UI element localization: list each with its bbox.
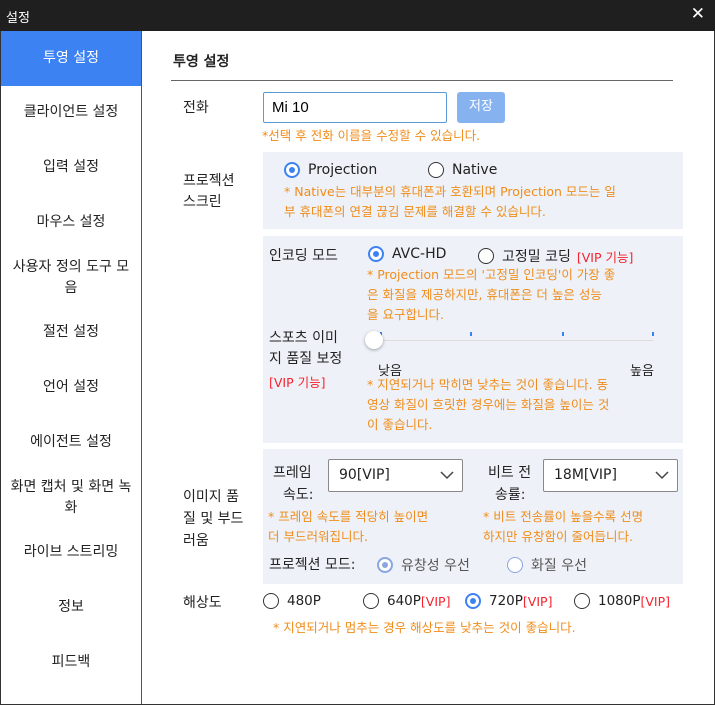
image-quality-label-2: 질 및 부드 — [183, 511, 244, 527]
radio-selected-icon[interactable] — [465, 593, 481, 609]
resolution-480p[interactable]: 480P — [263, 593, 321, 609]
radio-icon[interactable] — [363, 593, 379, 609]
radio-icon[interactable] — [428, 162, 444, 178]
frame-rate-note-2: 더 부드러워집니다. — [268, 529, 368, 544]
slider-tick — [652, 332, 654, 336]
phone-name-input[interactable] — [263, 92, 447, 123]
encoding-note-1: * Projection 모드의 '고정밀 인코딩'이 가장 좋 — [367, 267, 616, 282]
resolution-640p[interactable]: 640P [VIP] — [363, 593, 450, 609]
frame-rate-note-1: * 프레임 속도를 적당히 높이면 — [268, 509, 429, 524]
slider-tick — [562, 332, 564, 336]
page-title: 투영 설정 — [173, 54, 230, 70]
sports-note-3: 이 좋습니다. — [367, 417, 433, 432]
sidebar-item-input[interactable]: 입력 설정 — [1, 146, 141, 188]
sports-note-1: * 지연되거나 막히면 낮추는 것이 좋습니다. 동 — [367, 377, 609, 392]
sidebar-item-capture-recording[interactable]: 화면 캡처 및 화면 녹화 — [1, 475, 141, 521]
sports-note-2: 영상 화질이 흐릿한 경우에는 화질을 높이는 것 — [367, 397, 610, 412]
encoding-note-3: 을 요구합니다. — [367, 307, 444, 322]
sports-quality-label-2: 지 품질 보정 — [269, 351, 343, 367]
encoding-note-2: 은 화질을 제공하지만, 휴대폰은 더 높은 성능 — [367, 287, 602, 302]
phone-note: *선택 후 전화 이름을 수정할 수 있습니다. — [262, 128, 481, 143]
sidebar-item-agent[interactable]: 에이전트 설정 — [1, 421, 141, 463]
chevron-down-icon — [655, 471, 669, 480]
sidebar-item-custom-toolbar[interactable]: 사용자 정의 도구 모음 — [1, 255, 141, 301]
bit-rate-label-1: 비트 전 — [488, 465, 532, 481]
projection-screen-label-2: 스크린 — [183, 194, 222, 210]
window-title: 설정 — [6, 11, 30, 26]
radio-selected-icon[interactable] — [284, 162, 300, 178]
sidebar-item-live-streaming[interactable]: 라이브 스트리밍 — [1, 531, 141, 573]
encoding-panel: 인코딩 모드 AVC-HD 고정밀 코딩 [VIP 기능] * Projecti… — [263, 236, 683, 443]
encoding-label: 인코딩 모드 — [269, 248, 338, 264]
radio-icon[interactable] — [478, 248, 494, 264]
image-quality-label-3: 러움 — [183, 533, 209, 549]
bit-rate-label-2: 송률: — [495, 487, 526, 503]
radio-icon[interactable] — [507, 557, 523, 573]
frame-rate-select[interactable]: 90[VIP] — [328, 459, 463, 492]
smoothness-priority-option[interactable]: 유창성 우선 — [377, 555, 470, 575]
projection-screen-note-2: 부 휴대폰의 연결 끊김 문제를 해결할 수 있습니다. — [284, 204, 546, 219]
resolution-1080p[interactable]: 1080P [VIP] — [574, 593, 670, 609]
sports-quality-label-1: 스포츠 이미 — [269, 330, 338, 346]
projection-screen-note-1: * Native는 대부분의 휴대폰과 호환되며 Projection 모드는 … — [284, 184, 616, 199]
settings-window: 투영 설정 클라이언트 설정 입력 설정 마우스 설정 사용자 정의 도구 모음… — [0, 31, 715, 705]
radio-selected-icon[interactable] — [368, 246, 384, 262]
projection-screen-label-1: 프로젝션 — [183, 173, 235, 189]
native-option[interactable]: Native — [428, 162, 497, 178]
vip-tag: [VIP] — [420, 593, 451, 609]
slider-high-label: 높음 — [630, 364, 654, 379]
projection-mode-label: 프로젝션 모드: — [269, 557, 356, 573]
slider-track[interactable] — [374, 340, 654, 341]
sidebar-item-mouse[interactable]: 마우스 설정 — [1, 201, 141, 243]
projection-screen-panel: Projection Native * Native는 대부분의 휴대폰과 호환… — [263, 152, 683, 229]
sidebar-item-client[interactable]: 클라이언트 설정 — [1, 91, 141, 133]
resolution-720p[interactable]: 720P [VIP] — [465, 593, 552, 609]
bit-rate-note-2: 하지만 유창함이 줄어듭니다. — [483, 529, 633, 544]
radio-selected-icon[interactable] — [377, 557, 393, 573]
frame-rate-label-2: 속도: — [283, 487, 314, 503]
sports-vip-tag: [VIP 기능] — [269, 375, 326, 390]
bit-rate-select[interactable]: 18M[VIP] — [543, 459, 678, 492]
main-content: 투영 설정 전화 저장 *선택 후 전화 이름을 수정할 수 있습니다. 프로젝… — [142, 31, 714, 704]
avc-hd-option[interactable]: AVC-HD — [368, 246, 446, 262]
radio-icon[interactable] — [263, 593, 279, 609]
chevron-down-icon — [440, 471, 454, 480]
sidebar-item-about[interactable]: 정보 — [1, 586, 141, 628]
vip-tag: [VIP] — [640, 593, 671, 609]
high-precision-option[interactable]: 고정밀 코딩 [VIP 기능] — [478, 246, 633, 266]
slider-tick — [470, 332, 472, 336]
vip-tag: [VIP] — [522, 593, 553, 609]
sidebar: 투영 설정 클라이언트 설정 입력 설정 마우스 설정 사용자 정의 도구 모음… — [1, 31, 142, 704]
phone-label: 전화 — [183, 100, 209, 116]
resolution-note: * 지연되거나 멈추는 경우 해상도를 낮추는 것이 좋습니다. — [273, 620, 576, 635]
bit-rate-note-1: * 비트 전송률이 높을수록 선명 — [483, 509, 644, 524]
resolution-label: 해상도 — [183, 595, 222, 611]
sidebar-item-power-saving[interactable]: 절전 설정 — [1, 311, 141, 353]
vip-tag: [VIP 기능] — [576, 249, 634, 265]
radio-icon[interactable] — [574, 593, 590, 609]
quality-priority-option[interactable]: 화질 우선 — [507, 555, 587, 575]
sidebar-item-feedback[interactable]: 피드백 — [1, 641, 141, 683]
image-quality-panel: 프레임 속도: 90[VIP] * 프레임 속도를 적당히 높이면 더 부드러워… — [263, 449, 683, 584]
sidebar-item-language[interactable]: 언어 설정 — [1, 366, 141, 408]
frame-rate-label-1: 프레임 — [273, 465, 312, 481]
sidebar-item-projection[interactable]: 투영 설정 — [1, 31, 141, 86]
slider-thumb[interactable] — [365, 331, 383, 349]
title-bar: 설정 ✕ — [0, 0, 715, 31]
image-quality-label-1: 이미지 품 — [183, 489, 239, 505]
save-button[interactable]: 저장 — [457, 92, 505, 123]
close-icon[interactable]: ✕ — [691, 4, 705, 24]
title-divider — [171, 80, 673, 81]
projection-option[interactable]: Projection — [284, 162, 377, 178]
